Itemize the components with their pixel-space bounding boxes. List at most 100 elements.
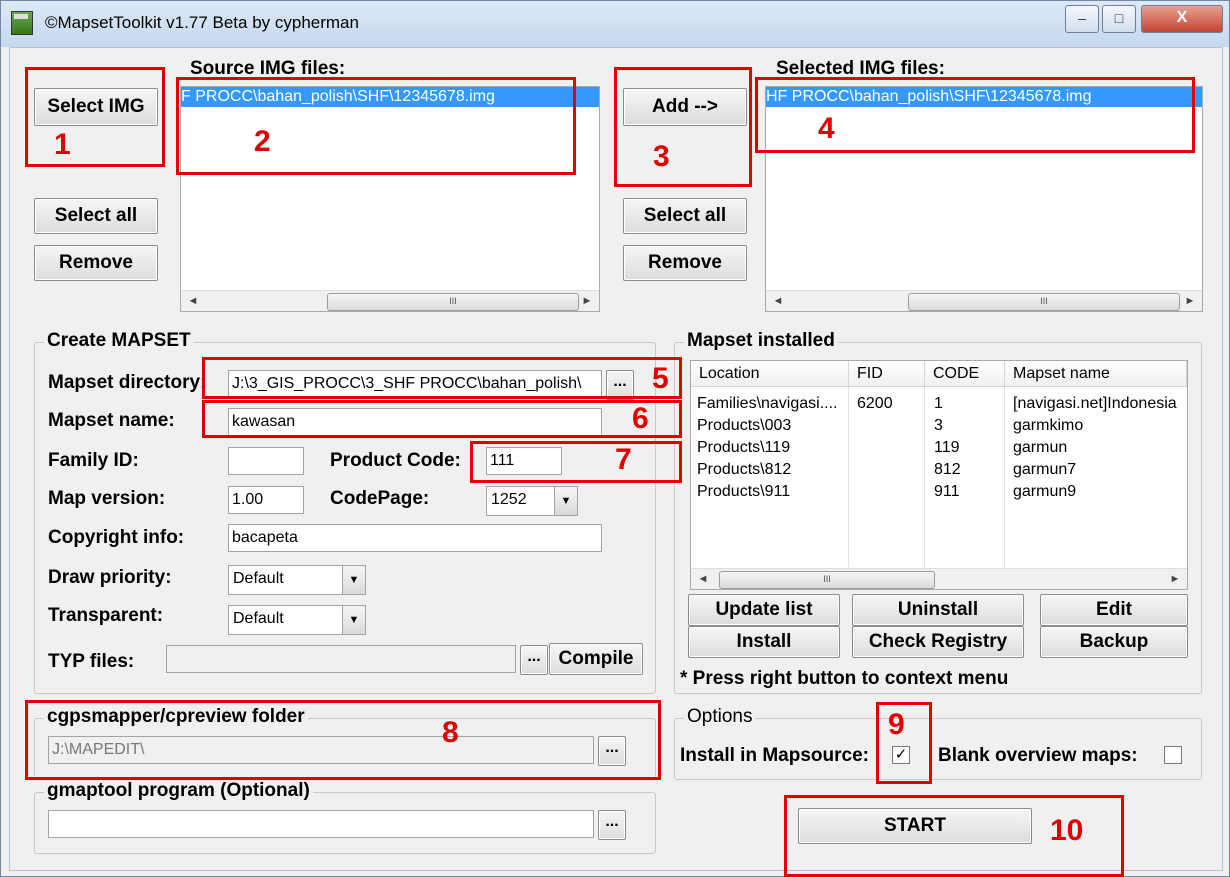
update-list-button[interactable]: Update list — [688, 594, 840, 626]
table-cell-location[interactable]: Products\003 — [697, 415, 791, 437]
draw-priority-label: Draw priority: — [48, 567, 172, 588]
codepage-value: 1252 — [491, 491, 527, 508]
browse-gmaptool-button[interactable]: ... — [598, 810, 626, 840]
table-cell-code[interactable]: 911 — [934, 481, 960, 503]
product-code-label: Product Code: — [330, 450, 461, 471]
scroll-right-icon[interactable]: ► — [577, 291, 597, 311]
close-button[interactable]: X — [1141, 5, 1223, 33]
scroll-right-icon[interactable]: ► — [1165, 569, 1185, 589]
blank-overview-maps-label: Blank overview maps: — [938, 745, 1138, 766]
mapset-name-label: Mapset name: — [48, 410, 175, 431]
chevron-down-icon[interactable]: ▼ — [554, 487, 577, 515]
horizontal-scrollbar[interactable]: ◄ III ► — [766, 290, 1202, 311]
blank-overview-maps-checkbox[interactable] — [1164, 746, 1182, 764]
mapset-installed-label: Mapset installed — [684, 330, 838, 352]
select-all-selected-button[interactable]: Select all — [623, 198, 747, 234]
table-cell-location[interactable]: Products\911 — [697, 481, 790, 503]
annotation-box-8 — [25, 700, 661, 780]
draw-priority-select[interactable]: Default ▼ — [228, 565, 366, 595]
annotation-box-5 — [202, 357, 682, 399]
annotation-number-10: 10 — [1050, 814, 1084, 847]
annotation-box-2 — [176, 77, 576, 175]
scroll-thumb[interactable]: III — [327, 293, 579, 311]
copyright-label: Copyright info: — [48, 527, 185, 548]
minimize-button[interactable]: – — [1065, 5, 1099, 33]
annotation-box-6 — [202, 400, 682, 438]
mapset-installed-table[interactable]: Location FID CODE Mapset name Families\n… — [690, 360, 1188, 590]
annotation-number-2: 2 — [254, 125, 271, 158]
gmaptool-input[interactable] — [48, 810, 594, 838]
codepage-select[interactable]: 1252 ▼ — [486, 486, 578, 516]
copyright-input[interactable]: bacapeta — [228, 524, 602, 552]
chevron-down-icon[interactable]: ▼ — [342, 606, 365, 634]
mapset-directory-label: Mapset directory: — [48, 372, 207, 393]
scroll-left-icon[interactable]: ◄ — [768, 291, 788, 311]
column-header-location[interactable]: Location — [691, 361, 849, 387]
typ-files-input[interactable] — [166, 645, 516, 673]
annotation-box-7 — [470, 441, 682, 483]
family-id-input[interactable] — [228, 447, 304, 475]
uninstall-button[interactable]: Uninstall — [852, 594, 1024, 626]
table-cell-mapset-name[interactable]: garmun — [1013, 437, 1067, 459]
table-cell-fid[interactable]: 6200 — [857, 393, 893, 415]
table-cell-mapset-name[interactable]: garmun7 — [1013, 459, 1076, 481]
map-version-input[interactable]: 1.00 — [228, 486, 304, 514]
annotation-box-1 — [25, 67, 165, 167]
scroll-thumb[interactable]: III — [719, 571, 935, 589]
draw-priority-value: Default — [233, 570, 284, 587]
scroll-left-icon[interactable]: ◄ — [183, 291, 203, 311]
annotation-number-1: 1 — [54, 128, 71, 161]
family-id-label: Family ID: — [48, 450, 139, 471]
table-cell-mapset-name[interactable]: [navigasi.net]Indonesia — [1013, 393, 1185, 415]
scroll-right-icon[interactable]: ► — [1180, 291, 1200, 311]
map-version-label: Map version: — [48, 488, 166, 509]
annotation-number-3: 3 — [653, 140, 670, 173]
annotation-number-7: 7 — [615, 443, 632, 476]
table-cell-code[interactable]: 119 — [934, 437, 960, 459]
annotation-number-5: 5 — [652, 362, 669, 395]
browse-typ-button[interactable]: ... — [520, 645, 548, 675]
scroll-thumb[interactable]: III — [908, 293, 1180, 311]
typ-files-label: TYP files: — [48, 651, 135, 672]
remove-selected-button[interactable]: Remove — [623, 245, 747, 281]
create-mapset-label: Create MAPSET — [44, 330, 194, 352]
codepage-label: CodePage: — [330, 488, 430, 509]
transparent-value: Default — [233, 610, 284, 627]
table-cell-mapset-name[interactable]: garmun9 — [1013, 481, 1076, 503]
context-menu-hint: * Press right button to context menu — [680, 668, 1009, 689]
edit-button[interactable]: Edit — [1040, 594, 1188, 626]
title-bar: ©MapsetToolkit v1.77 Beta by cypherman –… — [1, 1, 1229, 47]
select-all-source-button[interactable]: Select all — [34, 198, 158, 234]
scroll-left-icon[interactable]: ◄ — [693, 569, 713, 589]
horizontal-scrollbar[interactable]: ◄ III ► — [181, 290, 599, 311]
table-cell-location[interactable]: Products\812 — [697, 459, 791, 481]
horizontal-scrollbar[interactable]: ◄ III ► — [691, 568, 1187, 589]
backup-button[interactable]: Backup — [1040, 626, 1188, 658]
maximize-button[interactable]: □ — [1102, 5, 1136, 33]
check-registry-button[interactable]: Check Registry — [852, 626, 1024, 658]
table-cell-code[interactable]: 1 — [934, 393, 943, 415]
annotation-number-8: 8 — [442, 716, 459, 749]
table-cell-code[interactable]: 3 — [934, 415, 943, 437]
annotation-number-4: 4 — [818, 112, 835, 145]
column-header-mapset-name[interactable]: Mapset name — [1005, 361, 1187, 387]
column-header-fid[interactable]: FID — [849, 361, 925, 387]
transparent-label: Transparent: — [48, 605, 164, 626]
app-icon — [11, 11, 33, 35]
annotation-box-3 — [614, 67, 752, 187]
remove-source-button[interactable]: Remove — [34, 245, 158, 281]
table-cell-mapset-name[interactable]: garmkimo — [1013, 415, 1083, 437]
compile-button[interactable]: Compile — [549, 643, 643, 675]
table-cell-location[interactable]: Families\navigasi.... — [697, 393, 845, 415]
annotation-number-9: 9 — [888, 708, 905, 741]
install-in-mapsource-label: Install in Mapsource: — [680, 745, 869, 766]
options-label: Options — [684, 706, 756, 728]
chevron-down-icon[interactable]: ▼ — [342, 566, 365, 594]
transparent-select[interactable]: Default ▼ — [228, 605, 366, 635]
table-cell-location[interactable]: Products\119 — [697, 437, 790, 459]
table-cell-code[interactable]: 812 — [934, 459, 961, 481]
install-button[interactable]: Install — [688, 626, 840, 658]
window-title: ©MapsetToolkit v1.77 Beta by cypherman — [45, 13, 359, 32]
annotation-number-6: 6 — [632, 402, 649, 435]
column-header-code[interactable]: CODE — [925, 361, 1005, 387]
